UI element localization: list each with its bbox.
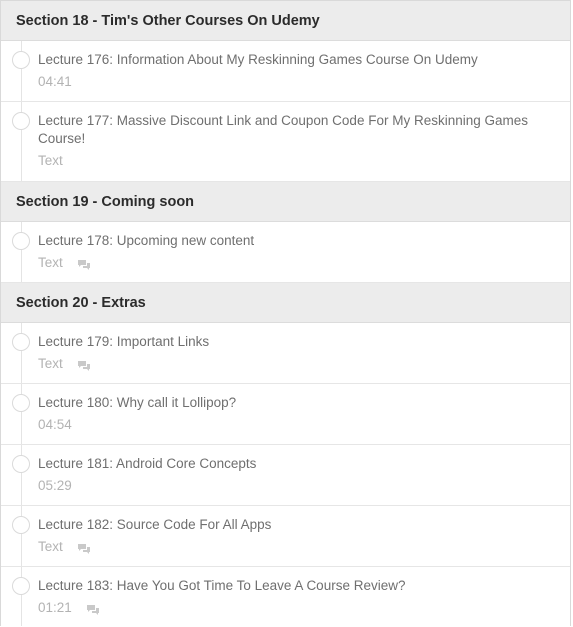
incomplete-circle-icon[interactable]	[12, 516, 30, 534]
comment-bubble-icon[interactable]	[86, 603, 100, 615]
lecture-type: Text	[38, 356, 63, 371]
lecture-title[interactable]: Lecture 179: Important Links	[38, 333, 550, 351]
lecture-item-179[interactable]: Lecture 179: Important Links Text	[1, 323, 570, 384]
section-title: Section 18 - Tim's Other Courses On Udem…	[16, 12, 320, 29]
lecture-duration: 01:21	[38, 600, 72, 615]
lecture-item-181[interactable]: Lecture 181: Android Core Concepts 05:29	[1, 445, 570, 506]
incomplete-circle-icon[interactable]	[12, 51, 30, 69]
lecture-duration: 05:29	[38, 478, 72, 493]
progress-rail	[21, 323, 22, 383]
incomplete-circle-icon[interactable]	[12, 112, 30, 130]
comment-bubble-icon[interactable]	[77, 542, 91, 554]
lecture-type: Text	[38, 539, 63, 554]
lecture-meta: Text	[38, 355, 550, 382]
progress-rail	[21, 222, 22, 282]
progress-rail	[21, 384, 22, 444]
lecture-type: Text	[38, 255, 63, 270]
lecture-item-182[interactable]: Lecture 182: Source Code For All Apps Te…	[1, 506, 570, 567]
lecture-item-177[interactable]: Lecture 177: Massive Discount Link and C…	[1, 102, 570, 182]
section-title: Section 19 - Coming soon	[16, 193, 195, 210]
lecture-meta: 04:54	[38, 416, 550, 443]
lecture-meta: 04:41	[38, 73, 550, 100]
lecture-meta: Text	[38, 254, 550, 281]
progress-rail	[21, 445, 22, 505]
progress-rail	[21, 506, 22, 566]
lecture-type: Text	[38, 153, 63, 168]
section-header-18: Section 18 - Tim's Other Courses On Udem…	[1, 1, 570, 41]
lecture-title[interactable]: Lecture 181: Android Core Concepts	[38, 455, 550, 473]
lecture-meta: 05:29	[38, 477, 550, 504]
incomplete-circle-icon[interactable]	[12, 232, 30, 250]
lecture-item-178[interactable]: Lecture 178: Upcoming new content Text	[1, 222, 570, 283]
incomplete-circle-icon[interactable]	[12, 577, 30, 595]
lecture-item-183[interactable]: Lecture 183: Have You Got Time To Leave …	[1, 567, 570, 626]
lecture-meta: Text	[38, 538, 550, 565]
incomplete-circle-icon[interactable]	[12, 394, 30, 412]
lecture-item-176[interactable]: Lecture 176: Information About My Reskin…	[1, 41, 570, 102]
lecture-item-180[interactable]: Lecture 180: Why call it Lollipop? 04:54	[1, 384, 570, 445]
lecture-title[interactable]: Lecture 178: Upcoming new content	[38, 232, 550, 250]
lecture-duration: 04:41	[38, 74, 72, 89]
progress-rail	[21, 567, 22, 626]
lecture-duration: 04:54	[38, 417, 72, 432]
lecture-title[interactable]: Lecture 180: Why call it Lollipop?	[38, 394, 550, 412]
section-header-19: Section 19 - Coming soon	[1, 182, 570, 222]
section-header-20: Section 20 - Extras	[1, 283, 570, 323]
incomplete-circle-icon[interactable]	[12, 333, 30, 351]
course-curriculum: Section 18 - Tim's Other Courses On Udem…	[0, 0, 571, 626]
lecture-meta: 01:21	[38, 599, 550, 626]
lecture-title[interactable]: Lecture 182: Source Code For All Apps	[38, 516, 550, 534]
progress-rail	[21, 41, 22, 101]
lecture-meta: Text	[38, 152, 550, 179]
lecture-title[interactable]: Lecture 177: Massive Discount Link and C…	[38, 112, 550, 148]
comment-bubble-icon[interactable]	[77, 258, 91, 270]
section-title: Section 20 - Extras	[16, 294, 146, 311]
lecture-title[interactable]: Lecture 176: Information About My Reskin…	[38, 51, 550, 69]
incomplete-circle-icon[interactable]	[12, 455, 30, 473]
comment-bubble-icon[interactable]	[77, 359, 91, 371]
lecture-title[interactable]: Lecture 183: Have You Got Time To Leave …	[38, 577, 550, 595]
